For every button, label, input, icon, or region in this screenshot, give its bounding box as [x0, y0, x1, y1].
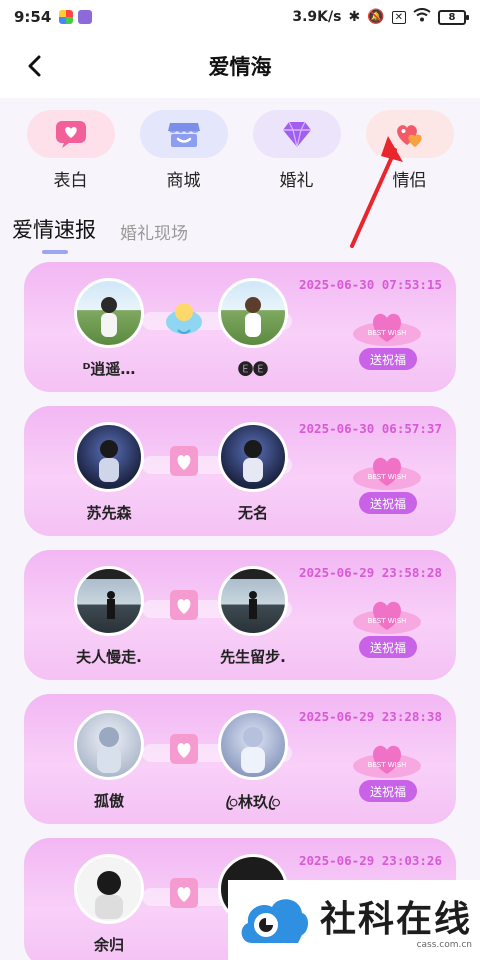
- app-notification-icon: [78, 10, 93, 24]
- bluetooth-icon: ✱: [348, 9, 361, 25]
- feed-tabs: 爱情速报 婚礼现场: [12, 212, 188, 254]
- category-row: 表白 商城 婚礼 情侣: [0, 98, 480, 198]
- avatar-left[interactable]: [74, 278, 144, 348]
- best-wish-heart-icon: BEST WISH: [353, 457, 421, 490]
- back-button[interactable]: [16, 48, 52, 84]
- send-blessing-button[interactable]: 送祝福: [359, 348, 417, 370]
- badge-text: BEST WISH: [368, 761, 407, 769]
- category-shop-label: 商城: [166, 171, 201, 191]
- partner-right-name: 无名: [237, 504, 268, 522]
- diamond-icon: [282, 121, 311, 148]
- category-confess[interactable]: 表白: [26, 98, 116, 198]
- timestamp: 2025-06-30 06:57:37: [299, 421, 442, 436]
- send-blessing-button[interactable]: 送祝福: [359, 780, 417, 802]
- category-wedding-label: 婚礼: [279, 171, 314, 191]
- feed-card[interactable]: 孤傲 ꦿ林玖ꦿ 2025-06-29 23:28:38 BEST WISH 送祝…: [24, 694, 456, 824]
- partner-left-name: 夫人慢走.: [76, 648, 142, 666]
- status-bar: 9:54 3.9K/s ✱ 🔕 ✕ 8: [0, 0, 480, 34]
- feed-card[interactable]: 夫人慢走. 先生留步. 2025-06-29 23:58:28 BEST WIS…: [24, 550, 456, 680]
- avatar-right[interactable]: [218, 710, 288, 780]
- category-confess-label: 表白: [53, 171, 88, 191]
- timestamp: 2025-06-29 23:58:28: [299, 565, 442, 580]
- avatar-right[interactable]: [218, 566, 288, 636]
- nav-bar: 爱情海: [0, 34, 480, 98]
- app-notification-icon: [59, 10, 74, 24]
- category-confess-pill[interactable]: [26, 110, 115, 158]
- couple-link-icon: [170, 446, 198, 476]
- send-blessing-button[interactable]: 送祝福: [359, 636, 417, 658]
- avatar-right[interactable]: [218, 422, 288, 492]
- couple-link-icon: [166, 303, 202, 334]
- status-time: 9:54: [14, 8, 52, 26]
- partner-right-name: ꦿ林玖ꦿ: [225, 793, 281, 811]
- tab-active-indicator: [42, 250, 68, 254]
- love-news-feed: ᴰ逍遥… 🅔🅔 2025-06-30 07:53:15 BEST WISH 送祝…: [24, 262, 456, 960]
- chevron-left-icon: [28, 55, 41, 77]
- battery-icon: 8: [438, 9, 469, 25]
- badge-text: BEST WISH: [368, 473, 407, 481]
- best-wish-heart-icon: BEST WISH: [353, 745, 421, 778]
- timestamp: 2025-06-29 23:28:38: [299, 709, 442, 724]
- tab-love-news[interactable]: 爱情速报: [12, 214, 96, 254]
- feed-card[interactable]: ᴰ逍遥… 🅔🅔 2025-06-30 07:53:15 BEST WISH 送祝…: [24, 262, 456, 392]
- avatar-right[interactable]: [218, 278, 288, 348]
- feed-card[interactable]: 苏先森 无名 2025-06-30 06:57:37 BEST WISH 送祝福: [24, 406, 456, 536]
- partner-left-name: 余归: [93, 936, 124, 954]
- category-wedding-pill[interactable]: [252, 110, 341, 158]
- tab-wedding-scene[interactable]: 婚礼现场: [120, 219, 188, 254]
- wifi-icon: [413, 8, 431, 26]
- avatar-left[interactable]: [74, 854, 144, 924]
- couple-hearts-icon: [396, 125, 422, 147]
- mute-icon: 🔕: [367, 9, 385, 25]
- couple-link-icon: [170, 734, 198, 764]
- page-title: 爱情海: [208, 55, 272, 79]
- badge-text: BEST WISH: [368, 329, 407, 337]
- best-wish-heart-icon: BEST WISH: [353, 313, 421, 346]
- best-wish-heart-icon: BEST WISH: [353, 601, 421, 634]
- avatar-left[interactable]: [74, 422, 144, 492]
- network-speed: 3.9K/s: [292, 9, 342, 25]
- tab-wedding-scene-label: 婚礼现场: [120, 224, 188, 244]
- partner-right-name: 先生留步.: [220, 648, 286, 666]
- send-blessing-button[interactable]: 送祝福: [359, 492, 417, 514]
- timestamp: 2025-06-29 23:03:26: [299, 853, 442, 868]
- partner-left-name: 苏先森: [86, 504, 132, 522]
- sim-off-icon: ✕: [391, 10, 406, 24]
- watermark-title: 社科在线: [320, 899, 473, 940]
- couple-link-icon: [170, 590, 198, 620]
- partner-left-name: ᴰ逍遥…: [82, 360, 136, 378]
- partner-right-name: 🅔🅔: [237, 360, 268, 378]
- category-couple-pill[interactable]: [365, 110, 454, 158]
- category-shop[interactable]: 商城: [139, 98, 229, 198]
- avatar-left[interactable]: [74, 566, 144, 636]
- category-couple-label: 情侣: [392, 171, 427, 191]
- avatar-left[interactable]: [74, 710, 144, 780]
- battery-level: 8: [448, 11, 456, 23]
- category-shop-pill[interactable]: [139, 110, 228, 158]
- badge-text: BEST WISH: [368, 617, 407, 625]
- cloud-logo-icon: [241, 899, 308, 943]
- timestamp: 2025-06-30 07:53:15: [299, 277, 442, 292]
- watermark: 社科在线 cass.com.cn: [228, 880, 480, 960]
- category-couple[interactable]: 情侣: [365, 98, 455, 198]
- heart-chat-icon: [55, 121, 86, 148]
- partner-left-name: 孤傲: [93, 792, 124, 810]
- couple-link-icon: [170, 878, 198, 908]
- tab-love-news-label: 爱情速报: [12, 218, 96, 242]
- category-wedding[interactable]: 婚礼: [252, 98, 342, 198]
- shop-icon: [167, 123, 200, 147]
